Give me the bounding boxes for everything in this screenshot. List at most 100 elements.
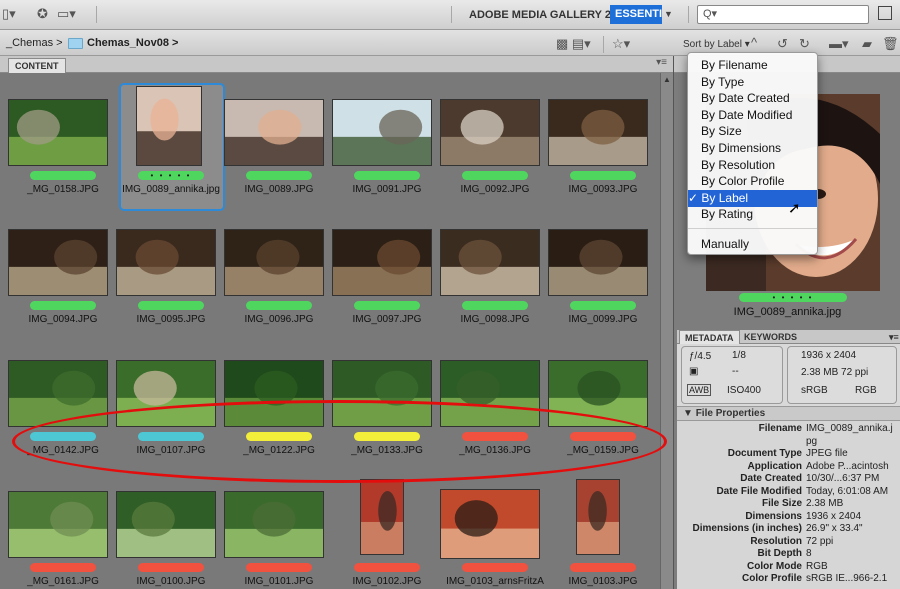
rotate-left-icon[interactable]: ↺ <box>777 36 788 52</box>
colorspace-value: sRGB <box>801 385 828 396</box>
thumbnail-item[interactable]: IMG_0096.JPG <box>224 229 324 353</box>
workspace-title[interactable]: ADOBE MEDIA GALLERY 2.0 <box>469 9 620 21</box>
tab-keywords[interactable]: KEYWORDS <box>739 330 802 344</box>
compact-mode-icon[interactable] <box>878 6 892 20</box>
label-color-pill[interactable] <box>138 563 204 572</box>
thumbnail-item[interactable]: _MG_0158.JPG <box>8 99 108 223</box>
sort-menu-item-manually[interactable]: Manually <box>688 236 817 253</box>
thumbnail-image <box>8 491 108 558</box>
thumbnail-filename: _MG_0161.JPG <box>27 576 99 587</box>
color-mode-value: RGB <box>855 385 877 396</box>
thumbnail-item[interactable]: _MG_0161.JPG <box>8 491 108 589</box>
label-color-pill[interactable] <box>354 171 420 180</box>
panel-menu-icon[interactable]: ▾≡ <box>884 330 900 344</box>
file-property-key: File Size <box>761 498 802 509</box>
label-color-pill[interactable] <box>30 171 96 180</box>
file-property-value: RGB <box>806 560 828 572</box>
file-property-row: Dimensions 1936 x 2404 <box>677 511 900 523</box>
thumbnail-filename: _MG_0158.JPG <box>27 184 99 195</box>
size-resolution-value: 2.38 MB 72 ppi <box>801 367 869 378</box>
sort-menu-item[interactable]: By Date Created <box>688 90 817 107</box>
thumbnail-item[interactable]: IMG_0095.JPG <box>116 229 216 353</box>
preview-rating[interactable]: • • • • • <box>739 293 847 302</box>
scroll-up-icon[interactable]: ▲ <box>663 75 671 84</box>
thumbnail-item[interactable]: IMG_0100.JPG <box>116 491 216 589</box>
label-color-pill[interactable] <box>246 301 312 310</box>
label-color-pill[interactable] <box>30 563 96 572</box>
thumbnail-item[interactable]: IMG_0102.JPG <box>332 479 432 589</box>
camera-icon[interactable]: ▯▾ <box>2 5 16 23</box>
view-grid-icon[interactable]: ▩ ▤▾ <box>556 36 591 52</box>
thumbnail-item[interactable]: • • • • • IMG_0089_annika.jpg <box>116 83 225 223</box>
sort-menu-item[interactable]: By Resolution <box>688 157 817 174</box>
workspace-essentials-tab[interactable]: ESSENTIALS <box>610 5 662 24</box>
label-color-pill[interactable] <box>570 301 636 310</box>
thumbnail-item[interactable]: IMG_0091.JPG <box>332 99 432 223</box>
label-color-pill[interactable] <box>570 563 636 572</box>
breadcrumb-parent[interactable]: _Chemas > <box>6 37 63 49</box>
thumbnail-item[interactable]: IMG_0098.JPG <box>440 229 540 353</box>
file-property-value: Adobe P...acintosh <box>806 460 889 472</box>
thumbnail-item[interactable]: IMG_0089.JPG <box>224 99 324 223</box>
tab-content[interactable]: CONTENT <box>8 58 66 73</box>
rotate-right-icon[interactable]: ↻ <box>799 36 810 52</box>
sort-menu-item[interactable]: By Color Profile <box>688 173 817 190</box>
file-property-value: 72 ppi <box>806 535 834 547</box>
workspace-dropdown-icon[interactable]: ▼ <box>664 9 673 19</box>
breadcrumb-current[interactable]: Chemas_Nov08 > <box>87 37 178 49</box>
label-color-pill[interactable] <box>138 301 204 310</box>
sort-menu-item[interactable]: By Size <box>688 123 817 140</box>
file-property-row: Resolution 72 ppi <box>677 536 900 548</box>
sort-menu-item[interactable]: By Filename <box>688 57 817 74</box>
star-filter-icon[interactable]: ☆▾ <box>612 36 630 52</box>
file-property-value: pg <box>806 435 818 447</box>
shutter-value: 1/8 <box>732 350 746 361</box>
file-properties-header[interactable]: ▼ File Properties <box>677 406 900 421</box>
label-color-pill[interactable] <box>246 563 312 572</box>
thumbnail-item[interactable]: IMG_0093.JPG <box>548 99 648 223</box>
file-property-row: Filename IMG_0089_annika.j <box>677 423 900 435</box>
thumbnail-filename: IMG_0099.JPG <box>568 314 638 325</box>
thumbnail-item[interactable]: IMG_0103_arnsFritzA <box>440 489 544 589</box>
open-recent-icon[interactable]: ▭▾ <box>57 5 76 23</box>
thumbnail-filename: IMG_0101.JPG <box>244 576 314 587</box>
file-property-row: Application Adobe P...acintosh <box>677 461 900 473</box>
thumbnail-item[interactable]: IMG_0092.JPG <box>440 99 540 223</box>
thumbnail-image <box>440 99 540 166</box>
label-color-pill[interactable] <box>354 301 420 310</box>
panel-menu-icon[interactable]: ▾≡ <box>656 57 667 68</box>
tab-metadata[interactable]: METADATA <box>679 330 740 344</box>
file-property-key: Color Mode <box>747 560 802 572</box>
open-folder-icon[interactable]: ▬▾ <box>829 36 849 52</box>
search-input[interactable]: Q▾ <box>697 5 869 24</box>
thumbnail-rating[interactable]: • • • • • <box>138 171 204 180</box>
content-scrollbar[interactable]: ▲ <box>660 73 673 589</box>
thumbnail-item[interactable]: IMG_0101.JPG <box>224 491 324 589</box>
sort-menu-item[interactable]: By Dimensions <box>688 140 817 157</box>
label-color-pill[interactable] <box>30 301 96 310</box>
sort-ascending-icon[interactable]: ^ <box>751 35 757 50</box>
label-color-pill[interactable] <box>462 563 528 572</box>
sort-by-dropdown[interactable]: Sort by Label ▾ <box>683 39 750 50</box>
sort-menu-item[interactable]: By Type <box>688 74 817 91</box>
file-property-key: Document Type <box>727 448 802 459</box>
file-property-value: 8 <box>806 548 812 559</box>
trash-icon[interactable]: 🗑 <box>882 36 899 52</box>
iso-value: ISO400 <box>727 385 761 396</box>
breadcrumb-parent-label: _Chemas <box>6 37 54 49</box>
thumbnail-item[interactable]: IMG_0099.JPG <box>548 229 648 353</box>
label-color-pill[interactable] <box>570 171 636 180</box>
thumbnail-item[interactable]: IMG_0103.JPG <box>548 479 648 589</box>
sort-menu-item[interactable]: By Date Modified <box>688 107 817 124</box>
new-folder-icon[interactable]: ▰ <box>862 36 872 52</box>
thumbnail-item[interactable]: IMG_0097.JPG <box>332 229 432 353</box>
file-property-value: sRGB IE...966-2.1 <box>806 573 888 584</box>
label-color-pill[interactable] <box>354 563 420 572</box>
thumbnail-filename: IMG_0103_arnsFritzA <box>446 576 544 587</box>
thumbnail-item[interactable]: IMG_0094.JPG <box>8 229 108 353</box>
label-color-pill[interactable] <box>462 301 528 310</box>
aperture-value: ƒ/4.5 <box>689 351 712 362</box>
label-color-pill[interactable] <box>462 171 528 180</box>
rotate-icon[interactable]: ✪ <box>37 5 48 23</box>
label-color-pill[interactable] <box>246 171 312 180</box>
